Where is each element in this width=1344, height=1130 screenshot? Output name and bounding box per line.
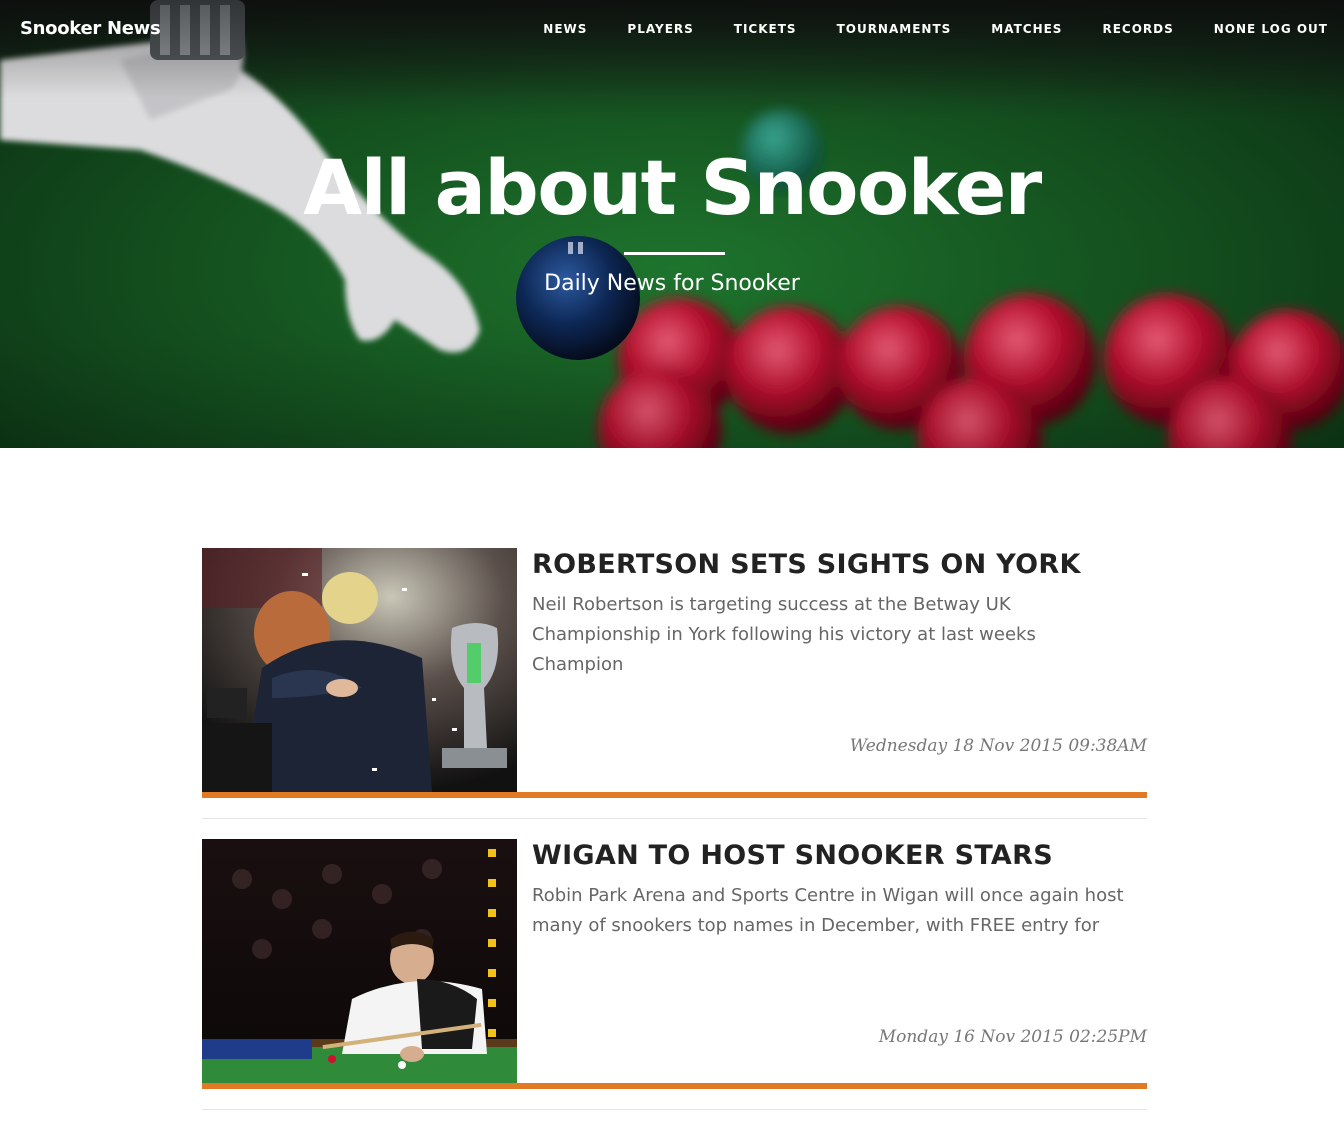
article-title-link[interactable]: ROBERTSON SETS SIGHTS ON YORK <box>532 549 1081 580</box>
article-accent-bar <box>202 792 1147 798</box>
article-summary: Robin Park Arena and Sports Centre in Wi… <box>532 885 1124 936</box>
nav-link-tournaments[interactable]: TOURNAMENTS <box>837 22 952 36</box>
nav-link-matches[interactable]: MATCHES <box>991 22 1062 36</box>
article-list: ROBERTSON SETS SIGHTS ON YORK Neil Rober… <box>202 548 1147 1130</box>
article-summary: Neil Robertson is targeting success at t… <box>532 594 1036 675</box>
nav-link-players[interactable]: PLAYERS <box>627 22 693 36</box>
article-photo <box>202 548 517 792</box>
nav-link-tickets[interactable]: TICKETS <box>734 22 797 36</box>
nav-link-logout[interactable]: NONE LOG OUT <box>1214 22 1328 36</box>
article-item: WIGAN TO HOST SNOOKER STARS Robin Park A… <box>202 839 1147 1110</box>
article-thumbnail[interactable] <box>202 839 517 1083</box>
article-thumbnail[interactable] <box>202 548 517 792</box>
hero-divider <box>624 252 725 255</box>
nav-link-news[interactable]: NEWS <box>543 22 587 36</box>
nav-link-records[interactable]: RECORDS <box>1102 22 1173 36</box>
article-divider <box>202 818 1147 819</box>
top-navbar: Snooker News NEWS PLAYERS TICKETS TOURNA… <box>0 0 1344 60</box>
article-title-link[interactable]: WIGAN TO HOST SNOOKER STARS <box>532 840 1053 871</box>
brand-logo-link[interactable]: Snooker News <box>20 18 161 39</box>
article-photo <box>202 839 517 1083</box>
hero-subtitle: Daily News for Snooker <box>544 271 800 296</box>
article-date: Monday 16 Nov 2015 02:25PM <box>878 1027 1147 1047</box>
hero-banner: Snooker News NEWS PLAYERS TICKETS TOURNA… <box>0 0 1344 448</box>
article-item: ROBERTSON SETS SIGHTS ON YORK Neil Rober… <box>202 548 1147 819</box>
hero-title: All about Snooker <box>303 143 1042 232</box>
article-date: Wednesday 18 Nov 2015 09:38AM <box>849 736 1147 756</box>
article-divider <box>202 1109 1147 1110</box>
nav-links: NEWS PLAYERS TICKETS TOURNAMENTS MATCHES… <box>503 22 1328 36</box>
article-accent-bar <box>202 1083 1147 1089</box>
